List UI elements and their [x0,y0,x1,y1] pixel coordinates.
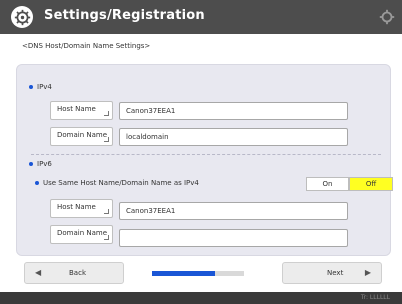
settings-badge [11,6,33,28]
ipv4-host-name-field[interactable]: Canon37EEA1 [119,102,348,120]
gear-icon [14,9,30,25]
next-label: Next [327,269,344,277]
toggle-off-button[interactable]: Off [349,177,393,191]
ipv4-host-name-button[interactable]: Host Name [50,101,113,120]
title-bar: Settings/Registration [0,0,402,34]
use-same-setting: Use Same Host Name/Domain Name as IPv4 [35,179,199,187]
progress-bar [152,271,244,276]
bullet-icon [29,162,33,166]
arrow-left-icon: ◀ [35,268,42,277]
ipv6-label: IPv6 [37,160,52,168]
ipv6-domain-name-field[interactable] [119,229,348,247]
progress-fill [152,271,215,276]
ipv4-domain-name-field[interactable]: localdomain [119,128,348,146]
footer-text: Tr: LLLLLL [360,294,390,301]
back-label: Back [69,269,86,277]
settings-panel: IPv4 Host Name Canon37EEA1 Domain Name l… [16,64,393,256]
arrow-right-icon: ▶ [364,268,371,277]
settings-gear-icon[interactable] [378,8,396,26]
ipv4-heading: IPv4 [29,83,52,91]
toggle-on-button[interactable]: On [306,177,349,191]
divider [31,154,381,155]
breadcrumb: <DNS Host/Domain Name Settings> [22,42,151,50]
bullet-icon [29,85,33,89]
use-same-label: Use Same Host Name/Domain Name as IPv4 [43,179,199,187]
ipv6-heading: IPv6 [29,160,52,168]
ipv6-host-name-button[interactable]: Host Name [50,199,113,218]
ipv4-label: IPv4 [37,83,52,91]
status-bar: Tr: LLLLLL [0,292,402,304]
ipv6-domain-name-button[interactable]: Domain Name [50,225,113,244]
back-button[interactable]: ◀ Back [24,262,124,284]
next-button[interactable]: Next ▶ [282,262,382,284]
bullet-icon [35,181,39,185]
page-title: Settings/Registration [44,8,205,23]
ipv4-domain-name-button[interactable]: Domain Name [50,127,113,146]
ipv6-host-name-field[interactable]: Canon37EEA1 [119,202,348,220]
